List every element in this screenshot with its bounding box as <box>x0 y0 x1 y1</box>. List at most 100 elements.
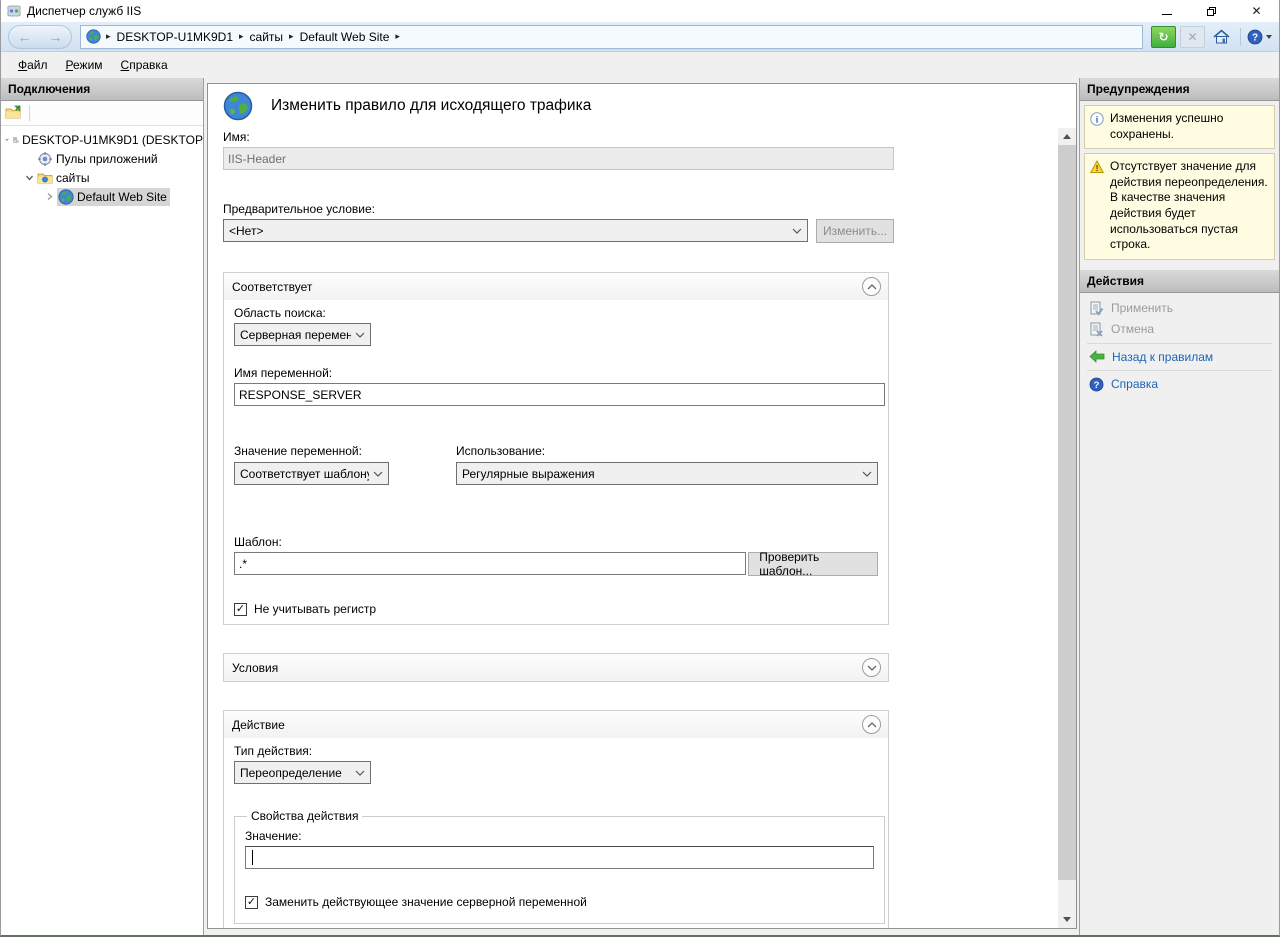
warnings-header: Предупреждения <box>1080 78 1279 101</box>
app-icon <box>6 3 22 19</box>
precondition-label: Предварительное условие: <box>223 202 1058 216</box>
variable-value-select[interactable]: Соответствует шаблону <box>234 462 389 485</box>
actions-header: Действия <box>1080 270 1279 293</box>
menu-view[interactable]: Режим <box>57 54 112 76</box>
breadcrumb-arrow-icon: ▸ <box>289 31 294 42</box>
action-properties-group: Свойства действия Значение: ✓ Заменить д… <box>234 809 885 924</box>
expand-conditions-button[interactable] <box>862 658 881 677</box>
menu-file[interactable]: Файл <box>9 54 57 76</box>
ignore-case-checkbox[interactable]: ✓ <box>234 603 247 616</box>
collapse-match-button[interactable] <box>862 277 881 296</box>
window-title: Диспетчер служб IIS <box>27 4 141 18</box>
actions-separator <box>1087 370 1272 371</box>
scope-select[interactable]: Серверная переменн <box>234 323 371 346</box>
collapse-action-button[interactable] <box>862 715 881 734</box>
using-label: Использование: <box>456 444 878 458</box>
help-action[interactable]: ? Справка <box>1080 374 1279 395</box>
tree-item-label: Default Web Site <box>77 190 167 204</box>
tree-item-default-web-site[interactable]: Default Web Site <box>1 187 203 206</box>
address-bar: ← → ▸ DESKTOP-U1MK9D1 ▸ сайты ▸ Default … <box>1 22 1279 52</box>
variable-value-label: Значение переменной: <box>234 444 456 458</box>
page-globe-icon <box>223 91 253 121</box>
main-scrollbar[interactable] <box>1058 128 1076 928</box>
cancel-action: Отмена <box>1080 319 1279 340</box>
minimize-button[interactable] <box>1144 0 1189 22</box>
title-bar: Диспетчер служб IIS ✕ <box>1 0 1279 22</box>
chevron-up-icon <box>867 284 877 290</box>
match-section-title: Соответствует <box>232 280 312 294</box>
svg-text:?: ? <box>1094 380 1100 390</box>
chevron-down-icon <box>1266 35 1272 39</box>
tree-item-label: DESKTOP-U1MK9D1 (DESKTOP <box>22 133 203 147</box>
restore-button[interactable] <box>1189 0 1234 22</box>
precondition-select[interactable]: <Нет> <box>223 219 808 242</box>
expander-closed-icon[interactable] <box>45 192 54 201</box>
tree-item-sites[interactable]: сайты <box>1 168 203 187</box>
replace-value-checkbox[interactable]: ✓ <box>245 896 258 909</box>
menu-help[interactable]: Справка <box>112 54 177 76</box>
scrollbar-track[interactable] <box>1058 145 1076 911</box>
chevron-down-icon <box>373 471 383 477</box>
stop-button: ✕ <box>1180 26 1205 48</box>
tree-item-server[interactable]: DESKTOP-U1MK9D1 (DESKTOP <box>1 130 203 149</box>
refresh-button[interactable]: ↻ <box>1151 26 1176 48</box>
action-type-select[interactable]: Переопределение <box>234 761 371 784</box>
scroll-up-icon <box>1063 134 1071 139</box>
expander-open-icon[interactable] <box>5 135 9 144</box>
toolbar-separator <box>29 105 30 121</box>
connections-toolbar <box>1 101 203 126</box>
back-arrow-icon <box>1089 350 1105 363</box>
breadcrumb[interactable]: ▸ DESKTOP-U1MK9D1 ▸ сайты ▸ Default Web … <box>80 25 1143 49</box>
page-header: Изменить правило для исходящего трафика <box>208 84 1076 128</box>
using-select[interactable]: Регулярные выражения <box>456 462 878 485</box>
sites-folder-icon <box>37 170 53 186</box>
edit-precondition-button: Изменить... <box>816 219 894 243</box>
navigation-buttons: ← → <box>8 25 72 49</box>
variable-name-field[interactable] <box>234 383 885 406</box>
expander-open-icon[interactable] <box>25 173 34 182</box>
breadcrumb-sites[interactable]: сайты <box>249 30 285 44</box>
value-label: Значение: <box>245 829 874 843</box>
pattern-field[interactable] <box>234 552 746 575</box>
ignore-case-label: Не учитывать регистр <box>254 602 376 616</box>
breadcrumb-arrow-icon: ▸ <box>239 31 244 42</box>
action-properties-legend: Свойства действия <box>247 809 362 823</box>
chevron-down-icon <box>355 332 365 338</box>
home-button[interactable] <box>1209 26 1234 48</box>
forward-icon[interactable]: → <box>49 30 63 44</box>
back-to-rules-action[interactable]: Назад к правилам <box>1080 347 1279 367</box>
breadcrumb-default-web-site[interactable]: Default Web Site <box>299 30 391 44</box>
tree-item-app-pools[interactable]: Пулы приложений <box>1 149 203 168</box>
ignore-case-row: ✓ Не учитывать регистр <box>234 602 878 616</box>
action-section: Действие Тип действия: Переопределение <box>223 710 889 928</box>
test-pattern-button[interactable]: Проверить шаблон... <box>748 552 878 576</box>
close-button[interactable]: ✕ <box>1234 0 1279 22</box>
scrollbar-thumb[interactable] <box>1058 145 1076 880</box>
connections-tree: DESKTOP-U1MK9D1 (DESKTOP Пулы приложений… <box>1 126 203 935</box>
actions-separator <box>1087 343 1272 344</box>
site-globe-icon <box>86 29 101 44</box>
stop-icon: ✕ <box>1187 30 1197 44</box>
breadcrumb-server[interactable]: DESKTOP-U1MK9D1 <box>116 30 234 44</box>
back-icon[interactable]: ← <box>18 30 32 44</box>
warning-alert: ! Отсутствует значение для действия пере… <box>1084 153 1275 260</box>
create-connection-icon[interactable] <box>5 105 22 121</box>
toolbar-separator <box>1240 28 1241 46</box>
replace-value-row: ✓ Заменить действующее значение серверно… <box>245 895 874 909</box>
checkmark-icon: ✓ <box>236 604 245 615</box>
checkmark-icon: ✓ <box>247 897 256 908</box>
action-section-title: Действие <box>232 718 285 732</box>
globe-icon <box>58 189 74 205</box>
scope-label: Область поиска: <box>234 306 878 320</box>
chevron-down-icon <box>862 471 872 477</box>
breadcrumb-arrow-icon: ▸ <box>106 31 111 42</box>
actions-list: Применить Отмена Назад к правилам <box>1080 293 1279 399</box>
scroll-down-button[interactable] <box>1058 911 1076 928</box>
scroll-up-button[interactable] <box>1058 128 1076 145</box>
apply-action: Применить <box>1080 298 1279 319</box>
value-field[interactable] <box>245 846 874 869</box>
chevron-down-icon <box>792 228 802 234</box>
pattern-label: Шаблон: <box>234 535 878 549</box>
right-panel: Предупреждения i Изменения успешно сохра… <box>1079 78 1279 935</box>
help-button[interactable]: ? <box>1247 26 1272 48</box>
